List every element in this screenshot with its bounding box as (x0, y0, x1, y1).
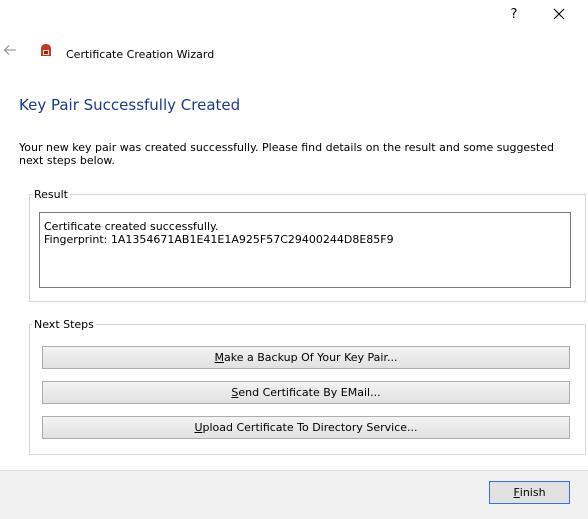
accelerator-key: S (231, 386, 239, 399)
close-button[interactable] (541, 0, 577, 28)
upload-certificate-button[interactable]: Upload Certificate To Directory Service.… (42, 416, 570, 439)
result-line: Fingerprint: 1A1354671AB1E41E1A925F57C29… (44, 233, 394, 246)
result-line: Certificate created successfully. (44, 220, 219, 233)
close-icon (553, 8, 565, 20)
help-icon: ? (510, 6, 518, 22)
result-text-area[interactable]: Certificate created successfully. Finger… (39, 212, 571, 288)
button-label: ake a Backup Of Your Key Pair... (224, 351, 398, 364)
accelerator-key: U (194, 421, 203, 434)
page-title: Key Pair Successfully Created (19, 96, 241, 114)
page-description: Your new key pair was created successful… (19, 141, 554, 167)
button-label: pload Certificate To Directory Service..… (202, 421, 418, 434)
help-button[interactable]: ? (496, 0, 532, 28)
next-steps-legend: Next Steps (34, 318, 94, 331)
finish-button[interactable]: Finish (489, 481, 570, 504)
finish-button-label: inish (519, 486, 546, 499)
result-legend: Result (34, 188, 68, 201)
back-arrow-icon[interactable] (3, 43, 17, 57)
button-label: end Certificate By EMail... (238, 386, 381, 399)
backup-key-pair-button[interactable]: Make a Backup Of Your Key Pair... (42, 346, 570, 369)
wizard-title: Certificate Creation Wizard (66, 48, 215, 61)
certificate-app-icon (41, 44, 51, 56)
accelerator-key: M (214, 351, 225, 364)
send-certificate-email-button[interactable]: Send Certificate By EMail... (42, 381, 570, 404)
